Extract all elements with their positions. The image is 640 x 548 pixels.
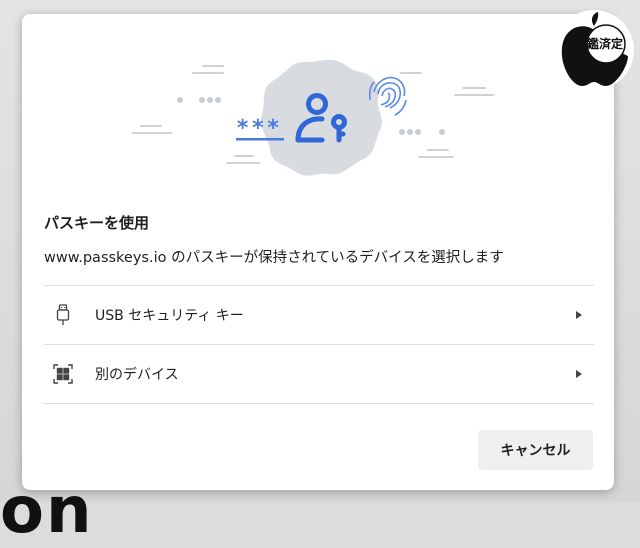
dialog-title: パスキーを使用 [44,214,150,232]
option-other-device[interactable]: 別のデバイス [44,344,594,404]
option-usb-security-key[interactable]: USB セキュリティ キー [44,285,594,344]
chevron-right-icon [576,370,582,378]
cancel-button[interactable]: キャンセル [478,430,593,470]
usb-key-icon [52,304,74,326]
dialog-subtitle: www.passkeys.io のパスキーが保持されているデバイスを選択します [44,250,504,266]
masked-password-underline [236,138,284,141]
masked-password-text: *** [236,116,282,141]
passkey-dialog: *** パスキーを使用 www.passkeys.io のパスキーが保持されてい… [22,14,614,490]
passkey-illustration: *** [132,60,494,176]
qr-code-icon [52,363,74,385]
badge-label: 鑑済定 [586,37,623,51]
chevron-right-icon [576,311,582,319]
option-label: 別のデバイス [95,367,179,383]
option-label: USB セキュリティ キー [95,308,244,324]
